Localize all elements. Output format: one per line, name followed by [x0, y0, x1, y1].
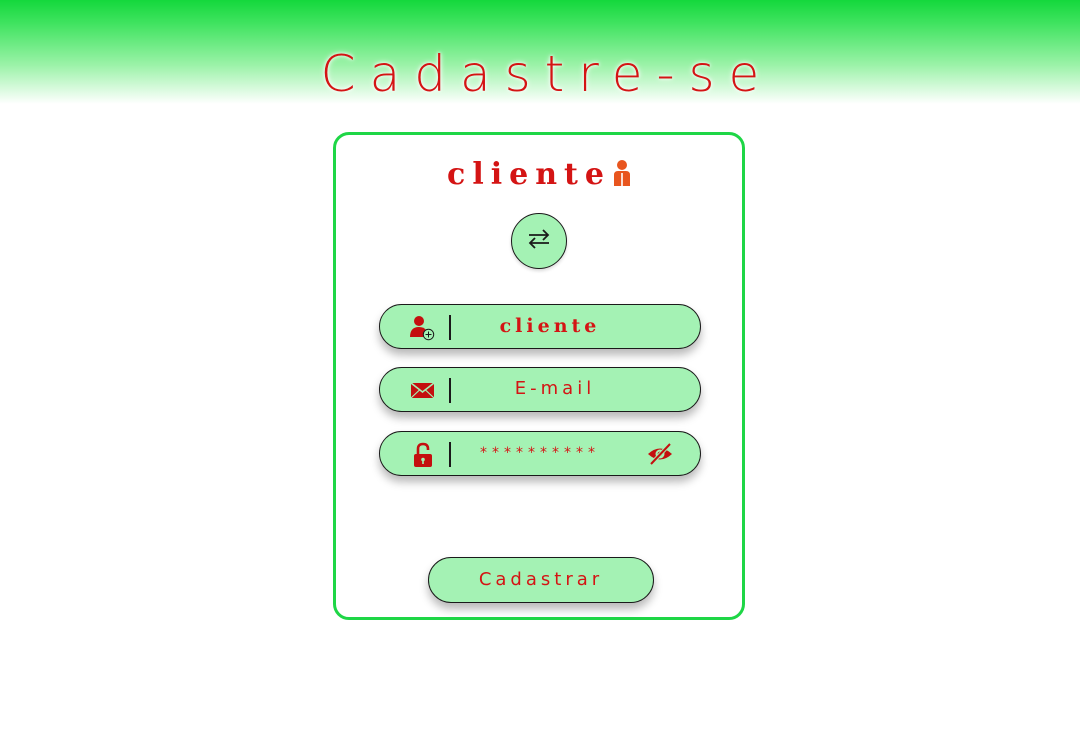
email-field[interactable]: E-mail — [379, 367, 701, 412]
card-heading-label: cliente — [447, 157, 611, 192]
swap-arrows-icon — [526, 227, 552, 255]
name-field[interactable]: cliente — [379, 304, 701, 349]
name-input[interactable]: cliente — [460, 305, 680, 347]
switch-user-type-button[interactable] — [511, 213, 567, 269]
envelope-icon — [410, 378, 436, 402]
unlock-icon — [410, 442, 436, 467]
page: Cadastre-se cliente cliente E-mail *****… — [0, 0, 1080, 752]
submit-button[interactable]: Cadastrar — [428, 557, 654, 603]
add-user-icon — [410, 315, 436, 341]
field-separator — [449, 315, 451, 340]
email-input[interactable]: E-mail — [460, 368, 680, 410]
person-icon — [613, 157, 631, 197]
signup-card: cliente cliente E-mail ********** Cadast… — [333, 132, 745, 620]
field-separator — [449, 442, 451, 467]
password-field[interactable]: ********** — [379, 431, 701, 476]
eye-off-icon[interactable] — [646, 441, 674, 467]
card-heading: cliente — [336, 155, 742, 197]
page-title: Cadastre-se — [320, 45, 774, 103]
password-input[interactable]: ********** — [460, 432, 620, 474]
field-separator — [449, 378, 451, 403]
